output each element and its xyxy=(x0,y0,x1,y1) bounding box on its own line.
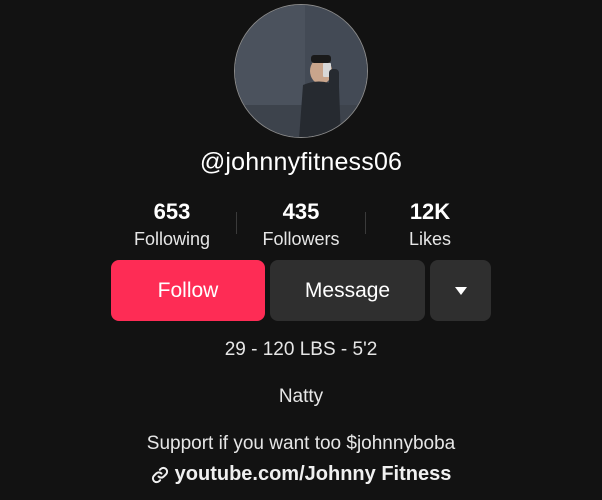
avatar-photo xyxy=(235,5,367,137)
followers-count: 435 xyxy=(282,199,320,224)
follow-button[interactable]: Follow xyxy=(111,260,265,321)
bio-natty-line: Natty xyxy=(278,386,324,407)
message-button[interactable]: Message xyxy=(270,260,425,321)
following-count: 653 xyxy=(153,199,191,224)
username: @johnnyfitness06 xyxy=(199,148,403,176)
more-options-button[interactable] xyxy=(430,260,491,321)
link-icon xyxy=(151,466,169,484)
bio-stats-line: 29 - 120 LBS - 5'2 xyxy=(224,339,378,360)
likes-count: 12K xyxy=(409,199,451,224)
avatar[interactable] xyxy=(234,4,368,138)
stat-likes[interactable]: 12K Likes xyxy=(365,198,495,252)
followers-label: Followers xyxy=(262,229,340,249)
caret-down-icon xyxy=(454,286,467,295)
profile-link[interactable]: youtube.com/Johnny Fitness xyxy=(0,463,602,486)
bio-support-line: Support if you want too $johnnyboba xyxy=(146,433,456,454)
link-text: youtube.com/Johnny Fitness xyxy=(174,463,452,485)
profile-page: @johnnyfitness06 653 Following 435 Follo… xyxy=(0,0,602,500)
stat-followers[interactable]: 435 Followers xyxy=(236,198,366,252)
following-label: Following xyxy=(133,229,211,249)
stats-row: 653 Following 435 Followers 12K Likes xyxy=(0,198,602,254)
stat-following[interactable]: 653 Following xyxy=(107,198,237,252)
likes-label: Likes xyxy=(408,229,452,249)
